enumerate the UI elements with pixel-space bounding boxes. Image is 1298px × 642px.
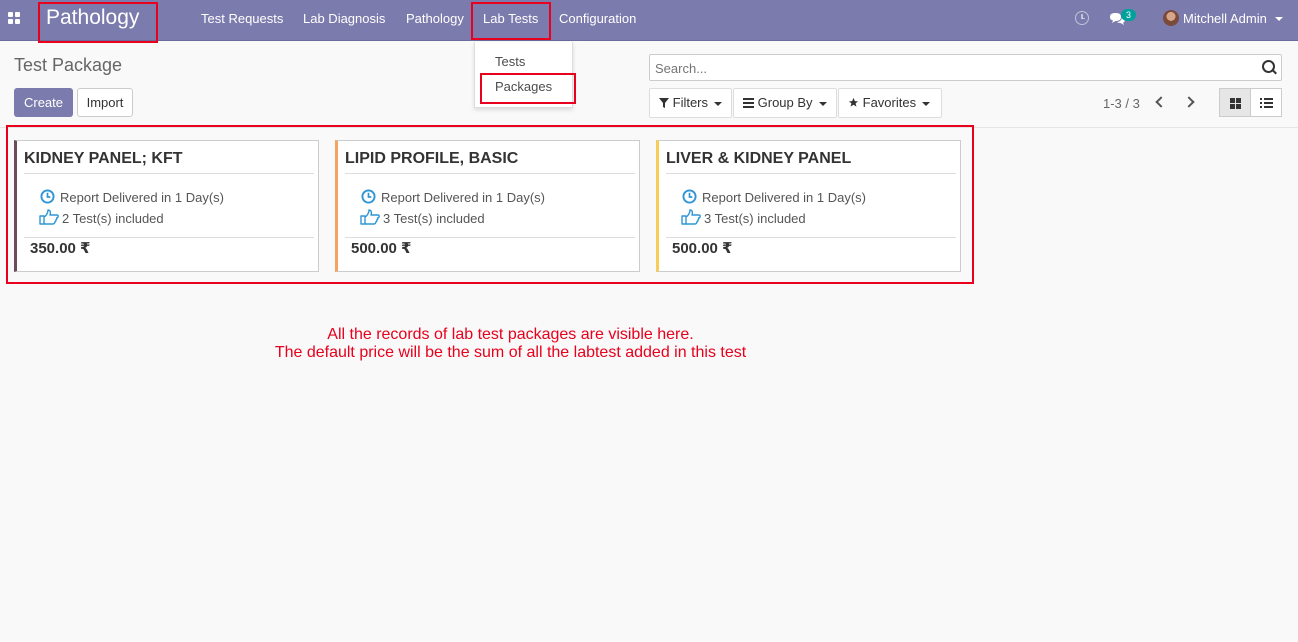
annotation-line-2: The default price will be the sum of all… xyxy=(274,344,747,361)
group-by-button[interactable]: Group By xyxy=(733,88,837,118)
filters-label: Filters xyxy=(672,95,709,110)
group-by-label: Group By xyxy=(757,95,813,110)
menu-configuration[interactable]: Configuration xyxy=(559,11,636,26)
import-button[interactable]: Import xyxy=(77,88,133,117)
caret-down-icon xyxy=(818,101,827,106)
menu-test-requests[interactable]: Test Requests xyxy=(201,11,283,26)
kanban-icon xyxy=(1230,98,1241,109)
user-menu-name[interactable]: Mitchell Admin xyxy=(1183,11,1267,26)
search-box xyxy=(649,54,1282,81)
pager-next-icon[interactable] xyxy=(1184,95,1196,109)
star-icon xyxy=(848,97,859,107)
caret-down-icon xyxy=(922,101,931,106)
search-icon[interactable] xyxy=(1262,60,1275,73)
user-caret-icon[interactable] xyxy=(1275,17,1283,21)
annotation-line-1: All the records of lab test packages are… xyxy=(327,326,694,343)
menu-pathology[interactable]: Pathology xyxy=(406,11,464,26)
page-title: Test Package xyxy=(14,55,123,75)
apps-menu-icon[interactable] xyxy=(8,12,22,26)
filter-icon xyxy=(659,98,669,108)
top-navbar: Pathology Test Requests Lab Diagnosis Pa… xyxy=(0,0,1298,41)
create-button[interactable]: Create xyxy=(14,88,73,117)
search-input[interactable] xyxy=(655,61,1245,76)
kanban-view-button[interactable] xyxy=(1219,88,1251,117)
chat-count-badge: 3 xyxy=(1121,9,1136,21)
menu-lab-diagnosis[interactable]: Lab Diagnosis xyxy=(303,11,385,26)
list-view-button[interactable] xyxy=(1250,88,1282,117)
activity-clock-icon[interactable] xyxy=(1075,11,1089,25)
favorites-button[interactable]: Favorites xyxy=(838,88,942,118)
pager-previous-icon[interactable] xyxy=(1154,95,1166,109)
dropdown-item-tests[interactable]: Tests xyxy=(495,54,525,69)
highlight-box-lab-tests xyxy=(471,2,551,40)
caret-down-icon xyxy=(714,101,723,106)
list-icon xyxy=(1260,98,1273,109)
highlight-box-brand xyxy=(38,2,158,43)
group-by-icon xyxy=(743,98,754,108)
favorites-label: Favorites xyxy=(862,95,917,110)
highlight-box-packages xyxy=(480,73,576,104)
highlight-box-cards xyxy=(6,125,974,284)
filters-button[interactable]: Filters xyxy=(649,88,732,118)
user-avatar[interactable] xyxy=(1163,10,1179,26)
pager-value[interactable]: 1-3 / 3 xyxy=(1103,96,1140,111)
